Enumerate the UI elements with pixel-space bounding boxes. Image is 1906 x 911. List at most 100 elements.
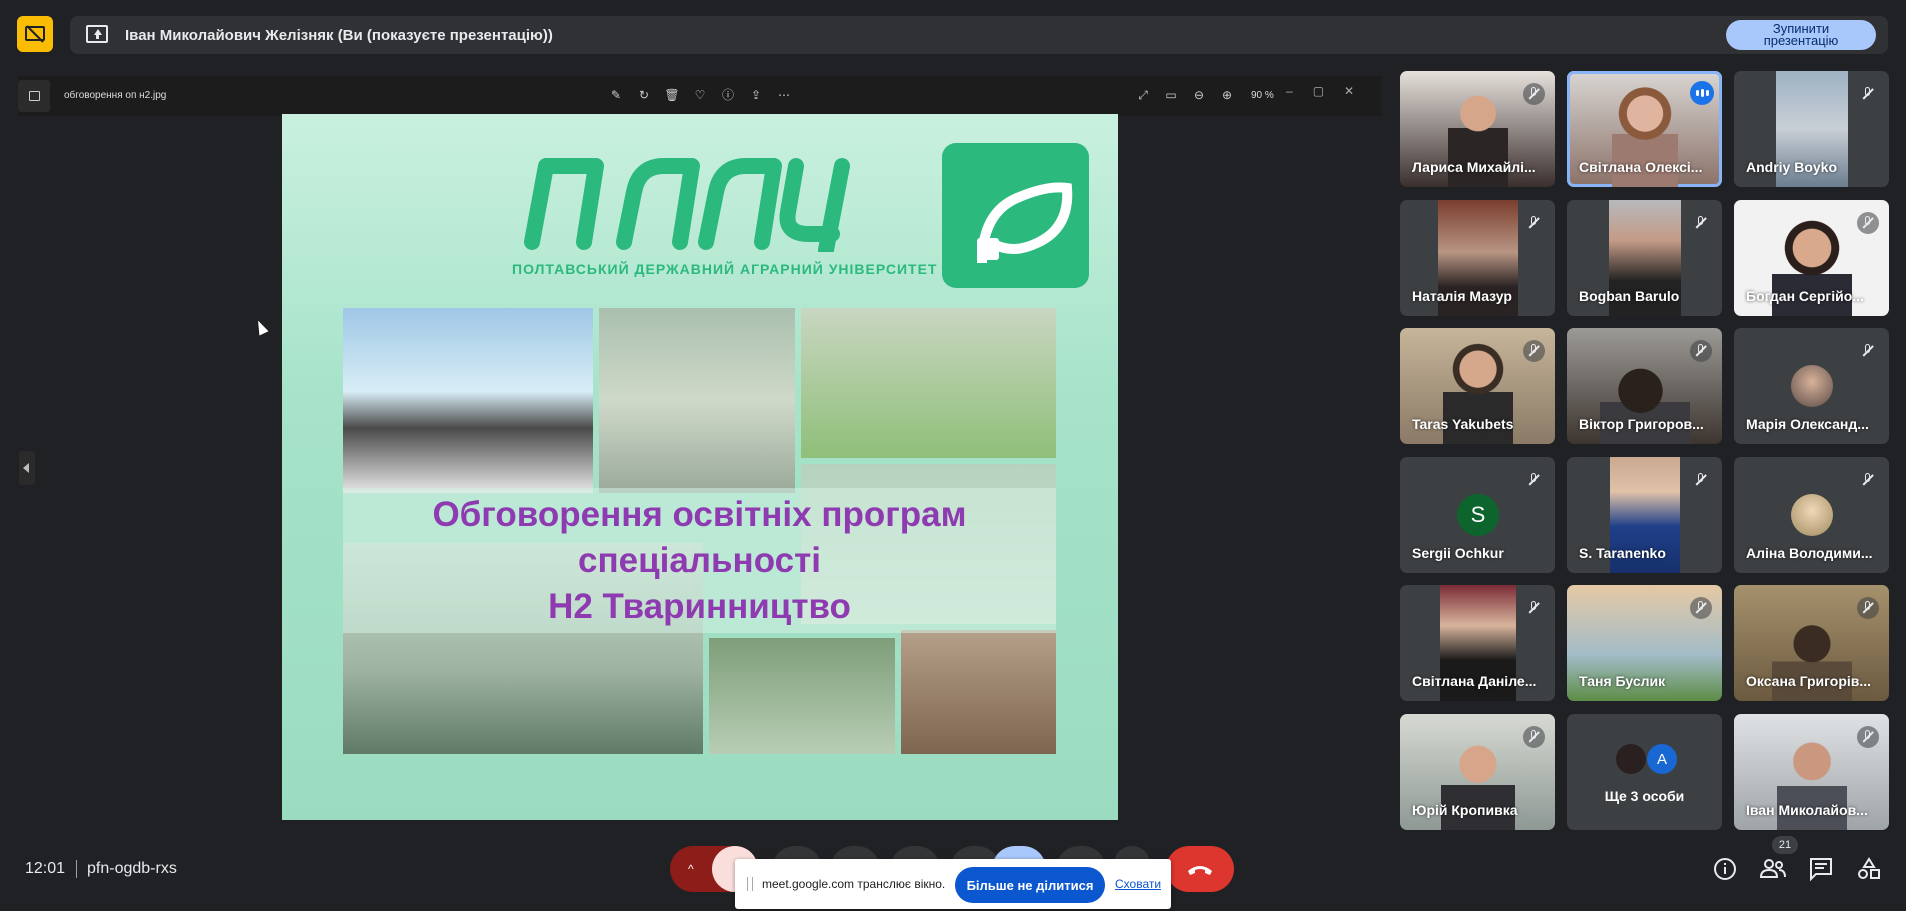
- people-count-badge: 21: [1772, 836, 1798, 854]
- people-icon[interactable]: [1759, 856, 1787, 882]
- zoom-out-icon[interactable]: ⊖: [1191, 87, 1207, 103]
- participant-name: Віктор Григоров...: [1579, 416, 1704, 432]
- minimize-icon[interactable]: –: [1286, 84, 1293, 98]
- more-avatars: A: [1607, 742, 1687, 776]
- participant-tile[interactable]: Лариса Михайлі...: [1400, 71, 1555, 187]
- participant-tile[interactable]: Andriy Boyko: [1734, 71, 1889, 187]
- pdau-logo-wordmark: [524, 158, 850, 252]
- present-off-icon: [25, 25, 45, 43]
- participant-name: Аліна Володими...: [1746, 545, 1873, 561]
- leave-call-button[interactable]: [1166, 846, 1234, 892]
- mic-off-icon: [1523, 726, 1545, 748]
- screen-share-notice: meet.google.com транслює вікно. Більше н…: [735, 859, 1171, 909]
- photos-app-icon[interactable]: [18, 80, 50, 112]
- slide-title: Обговорення освітніх програм спеціальнос…: [343, 492, 1056, 630]
- file-name: обговорення оп н2.jpg: [64, 90, 167, 101]
- zoom-in-icon[interactable]: ⊕: [1219, 87, 1235, 103]
- university-name: ПОЛТАВСЬКИЙ ДЕРЖАВНИЙ АГРАРНИЙ УНІВЕРСИТ…: [512, 261, 938, 277]
- avatar: [1791, 494, 1833, 536]
- participant-name: Світлана Даніле...: [1412, 673, 1537, 689]
- delete-icon[interactable]: 🗑: [664, 87, 680, 103]
- avatar: S: [1457, 494, 1499, 536]
- share-notice-text: meet.google.com транслює вікно.: [762, 877, 946, 891]
- participant-tile[interactable]: Таня Буслик: [1567, 585, 1722, 701]
- participant-name: Юрій Кропивка: [1412, 802, 1518, 818]
- mic-off-icon: [1523, 83, 1545, 105]
- mic-off-icon: [1523, 212, 1545, 234]
- cows-photo: [343, 308, 593, 493]
- presenting-banner: Іван Миколайович Желізняк (Ви (показуєте…: [70, 16, 1888, 54]
- participant-name: Bogban Barulo: [1579, 288, 1680, 304]
- meeting-info-icon[interactable]: [1712, 856, 1738, 882]
- participant-name: S. Taranenko: [1579, 545, 1666, 561]
- chat-icon[interactable]: [1808, 856, 1834, 882]
- participant-name: Богдан Сергійо...: [1746, 288, 1864, 304]
- participant-tile[interactable]: Світлана Даніле...: [1400, 585, 1555, 701]
- fullscreen-icon[interactable]: ⤢: [1135, 87, 1151, 103]
- speaking-indicator-icon: [1690, 81, 1714, 105]
- ducks-photo: [709, 638, 895, 754]
- mic-off-icon: [1523, 340, 1545, 362]
- hide-link[interactable]: Сховати: [1115, 877, 1161, 891]
- participant-name: Sergii Ochkur: [1412, 545, 1504, 561]
- mic-off-icon: [1857, 340, 1879, 362]
- participant-tile[interactable]: Taras Yakubets: [1400, 328, 1555, 444]
- mic-off-icon: [1857, 469, 1879, 491]
- pdau-leaf-logo: [942, 143, 1089, 288]
- present-screen-icon: [86, 25, 108, 43]
- favorite-icon[interactable]: ♡: [692, 87, 708, 103]
- participant-tile[interactable]: Богдан Сергійо...: [1734, 200, 1889, 316]
- participant-tile[interactable]: S. Taranenko: [1567, 457, 1722, 573]
- meeting-code: pfn-ogdb-rxs: [87, 860, 177, 877]
- participant-name: Лариса Михайлі...: [1412, 159, 1536, 175]
- participant-tile[interactable]: Аліна Володими...: [1734, 457, 1889, 573]
- participant-name: Andriy Boyko: [1746, 159, 1838, 175]
- mic-off-icon: [1690, 469, 1712, 491]
- maximize-icon[interactable]: ▢: [1313, 84, 1324, 98]
- rotate-icon[interactable]: ↻: [636, 87, 652, 103]
- participant-tile[interactable]: S Sergii Ochkur: [1400, 457, 1555, 573]
- drag-handle-icon[interactable]: [747, 877, 753, 891]
- participant-tile-active-speaker[interactable]: Світлана Олексі...: [1567, 71, 1722, 187]
- participant-name: Іван Миколайов...: [1746, 802, 1868, 818]
- mic-off-icon: [1690, 597, 1712, 619]
- stop-presenting-line2: презентацію: [1763, 33, 1839, 48]
- clock: 12:01: [25, 860, 66, 877]
- participant-tile[interactable]: Bogban Barulo: [1567, 200, 1722, 316]
- participant-tile[interactable]: Іван Миколайов...: [1734, 714, 1889, 830]
- share-icon[interactable]: ⇪: [748, 87, 764, 103]
- more-icon[interactable]: ⋯: [776, 87, 792, 103]
- close-icon[interactable]: ✕: [1344, 84, 1354, 98]
- sheep-photo: [599, 308, 795, 493]
- activities-icon[interactable]: [1856, 856, 1882, 882]
- zoom-level: 90 %: [1251, 89, 1274, 101]
- participant-tile[interactable]: Юрій Кропивка: [1400, 714, 1555, 830]
- edit-icon[interactable]: ✎: [608, 87, 624, 103]
- fit-icon[interactable]: ▭: [1163, 87, 1179, 103]
- mic-off-icon: [1690, 340, 1712, 362]
- avatar: A: [1647, 744, 1677, 774]
- slide-title-line3: Н2 Тваринництво: [548, 587, 851, 626]
- mic-off-icon: [1857, 726, 1879, 748]
- participant-name: Taras Yakubets: [1412, 416, 1514, 432]
- stop-sharing-button[interactable]: Більше не ділитися: [955, 867, 1105, 903]
- participant-tile[interactable]: Оксана Григорів...: [1734, 585, 1889, 701]
- participant-tile[interactable]: Наталія Мазур: [1400, 200, 1555, 316]
- mic-off-icon: [1690, 212, 1712, 234]
- avatar: [1791, 365, 1833, 407]
- info-icon[interactable]: ⓘ: [720, 87, 736, 103]
- participant-name: Марія Олександ...: [1746, 416, 1869, 432]
- slide-title-line1: Обговорення освітніх програм: [432, 495, 967, 534]
- participant-tile[interactable]: Марія Олександ...: [1734, 328, 1889, 444]
- mic-off-icon: [1523, 469, 1545, 491]
- image-viewer-toolbar: обговорення оп н2.jpg ✎ ↻ 🗑 ♡ ⓘ ⇪ ⋯ ⤢ ▭ …: [18, 76, 1381, 116]
- presentation-indicator-icon[interactable]: [17, 16, 53, 52]
- more-participants-tile[interactable]: A Ще 3 особи: [1567, 714, 1722, 830]
- stop-presenting-button[interactable]: Зупинити презентацію: [1726, 20, 1876, 50]
- collapse-panel-handle[interactable]: [19, 451, 35, 485]
- chickens-photo: [901, 630, 1056, 754]
- mic-off-icon: [1523, 597, 1545, 619]
- slide-title-line2: спеціальності: [578, 541, 821, 580]
- chevron-up-icon[interactable]: ^: [688, 862, 694, 876]
- participant-tile[interactable]: Віктор Григоров...: [1567, 328, 1722, 444]
